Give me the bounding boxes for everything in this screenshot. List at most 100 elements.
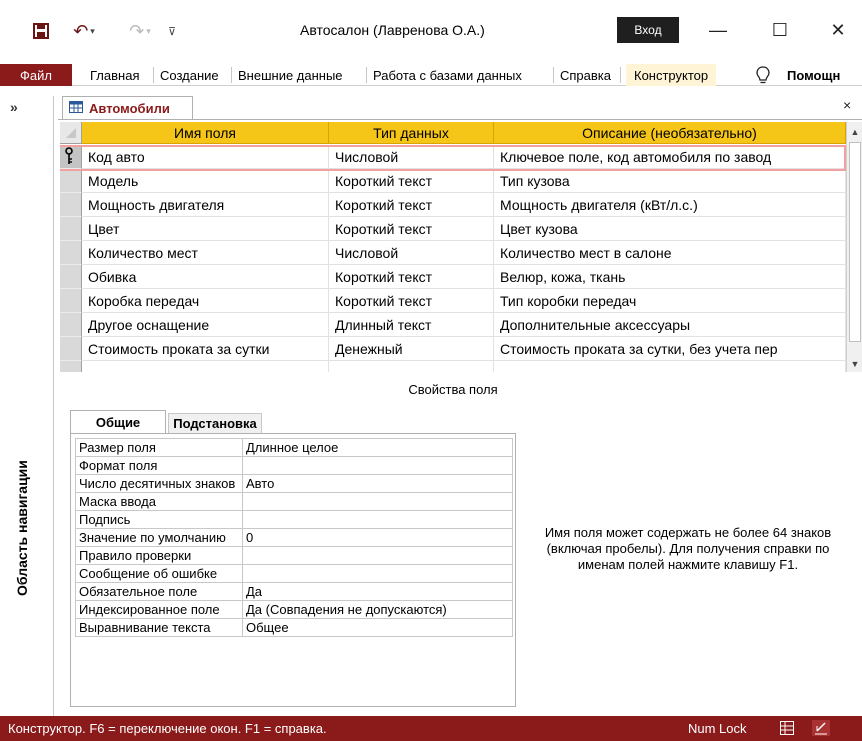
- row-selector[interactable]: [60, 145, 82, 169]
- table-row[interactable]: Мощность двигателя Короткий текст Мощность…: [60, 193, 846, 217]
- description-cell[interactable]: Тип кузова: [494, 169, 846, 193]
- description-cell[interactable]: Цвет кузова: [494, 217, 846, 241]
- table-row[interactable]: Стоимость проката за сутки Денежный Стоимо…: [60, 337, 846, 361]
- description-cell[interactable]: Стоимость проката за сутки, без учета пе…: [494, 337, 846, 361]
- field-properties-title: Свойства поля: [408, 382, 498, 397]
- row-selector[interactable]: [60, 217, 82, 241]
- table-row[interactable]: Модель Короткий текст Тип кузова: [60, 169, 846, 193]
- data-type-cell[interactable]: Числовой: [329, 241, 494, 265]
- field-name-cell[interactable]: [82, 361, 329, 372]
- tab-lookup[interactable]: Подстановка: [168, 413, 262, 434]
- lightbulb-icon[interactable]: [756, 64, 770, 86]
- tab-design[interactable]: Конструктор: [626, 64, 717, 86]
- data-type-cell[interactable]: Длинный текст: [329, 313, 494, 337]
- close-window-button[interactable]: ✕: [818, 16, 858, 44]
- tab-database-tools[interactable]: Работа с базами данных: [373, 64, 522, 86]
- description-cell[interactable]: Ключевое поле, код автомобиля по завод: [494, 145, 846, 169]
- table-row[interactable]: Код авто Числовой Ключевое поле, код автом…: [60, 145, 846, 169]
- field-name-cell[interactable]: Цвет: [82, 217, 329, 241]
- redo-icon[interactable]: ↷ ▾: [122, 20, 158, 42]
- row-selector[interactable]: [60, 313, 82, 337]
- scroll-up-icon[interactable]: ▲: [847, 124, 862, 140]
- row-selector[interactable]: [60, 265, 82, 289]
- field-name-cell[interactable]: Мощность двигателя: [82, 193, 329, 217]
- column-header-field-name[interactable]: Имя поля: [82, 122, 329, 144]
- data-type-cell[interactable]: [329, 361, 494, 372]
- table-row[interactable]: [60, 361, 846, 372]
- data-type-cell[interactable]: Числовой: [329, 145, 494, 169]
- field-name-cell[interactable]: Модель: [82, 169, 329, 193]
- save-icon[interactable]: [30, 20, 52, 42]
- property-row: Выравнивание текста Общее: [75, 618, 513, 637]
- property-value[interactable]: Да: [242, 582, 513, 601]
- row-selector[interactable]: [60, 361, 82, 372]
- description-cell[interactable]: [494, 361, 846, 372]
- minimize-button[interactable]: —: [698, 16, 738, 44]
- tab-external-data[interactable]: Внешние данные: [238, 64, 343, 86]
- column-header-description[interactable]: Описание (необязательно): [494, 122, 846, 144]
- description-cell[interactable]: Дополнительные аксессуары: [494, 313, 846, 337]
- property-value[interactable]: [242, 492, 513, 511]
- document-tab[interactable]: Автомобили: [62, 96, 193, 119]
- data-type-cell[interactable]: Короткий текст: [329, 169, 494, 193]
- field-name-cell[interactable]: Стоимость проката за сутки: [82, 337, 329, 361]
- property-value[interactable]: [242, 564, 513, 583]
- field-name-cell[interactable]: Коробка передач: [82, 289, 329, 313]
- navigation-pane-label[interactable]: Область навигации: [14, 460, 30, 596]
- row-selector[interactable]: [60, 193, 82, 217]
- description-cell[interactable]: Тип коробки передач: [494, 289, 846, 313]
- datasheet-view-icon[interactable]: [778, 720, 796, 736]
- sign-in-button[interactable]: Вход: [617, 17, 679, 43]
- property-value[interactable]: Длинное целое: [242, 438, 513, 457]
- tab-general[interactable]: Общие: [70, 410, 166, 434]
- grid-corner[interactable]: [60, 122, 82, 144]
- field-name-cell[interactable]: Код авто: [82, 145, 329, 169]
- table-row[interactable]: Количество мест Числовой Количество мест в…: [60, 241, 846, 265]
- description-cell[interactable]: Велюр, кожа, ткань: [494, 265, 846, 289]
- property-value[interactable]: [242, 510, 513, 529]
- description-cell[interactable]: Количество мест в салоне: [494, 241, 846, 265]
- data-type-cell[interactable]: Короткий текст: [329, 265, 494, 289]
- scroll-down-icon[interactable]: ▼: [847, 356, 862, 372]
- table-row[interactable]: Другое оснащение Длинный текст Дополнитель…: [60, 313, 846, 337]
- maximize-button[interactable]: ☐: [760, 16, 800, 44]
- tab-file[interactable]: Файл: [0, 64, 72, 86]
- design-view-icon[interactable]: [812, 720, 830, 736]
- row-selector[interactable]: [60, 241, 82, 265]
- undo-icon[interactable]: ↶ ▾: [66, 20, 102, 42]
- tab-help[interactable]: Справка: [560, 64, 611, 86]
- property-value[interactable]: Общее: [242, 618, 513, 637]
- property-row: Число десятичных знаков Авто: [75, 474, 513, 493]
- data-type-cell[interactable]: Короткий текст: [329, 193, 494, 217]
- scrollbar-thumb[interactable]: [849, 142, 861, 342]
- field-name-cell[interactable]: Количество мест: [82, 241, 329, 265]
- expand-nav-icon[interactable]: »: [10, 99, 18, 115]
- property-value[interactable]: [242, 456, 513, 475]
- tab-create[interactable]: Создание: [160, 64, 219, 86]
- table-row[interactable]: Обивка Короткий текст Велюр, кожа, ткань: [60, 265, 846, 289]
- data-type-cell[interactable]: Короткий текст: [329, 217, 494, 241]
- tab-home[interactable]: Главная: [90, 64, 139, 86]
- data-type-cell[interactable]: Денежный: [329, 337, 494, 361]
- description-cell[interactable]: Мощность двигателя (кВт/л.с.): [494, 193, 846, 217]
- tell-me-button[interactable]: Помощн: [787, 64, 840, 86]
- column-header-data-type[interactable]: Тип данных: [329, 122, 494, 144]
- row-selector[interactable]: [60, 169, 82, 193]
- vertical-scrollbar[interactable]: ▲ ▼: [846, 122, 862, 372]
- property-label: Правило проверки: [75, 546, 243, 565]
- field-name-cell[interactable]: Другое оснащение: [82, 313, 329, 337]
- property-value[interactable]: Да (Совпадения не допускаются): [242, 600, 513, 619]
- property-row: Обязательное поле Да: [75, 582, 513, 601]
- row-selector[interactable]: [60, 289, 82, 313]
- data-type-cell[interactable]: Короткий текст: [329, 289, 494, 313]
- title-bar: ↶ ▾ ↷ ▾ ⊽ Автосалон (Лавренова О.А.) Вхо…: [0, 0, 862, 64]
- property-value[interactable]: [242, 546, 513, 565]
- table-row[interactable]: Цвет Короткий текст Цвет кузова: [60, 217, 846, 241]
- field-name-cell[interactable]: Обивка: [82, 265, 329, 289]
- property-value[interactable]: Авто: [242, 474, 513, 493]
- property-value[interactable]: 0: [242, 528, 513, 547]
- customize-toolbar-icon[interactable]: ⊽: [164, 20, 180, 42]
- row-selector[interactable]: [60, 337, 82, 361]
- table-row[interactable]: Коробка передач Короткий текст Тип коробки…: [60, 289, 846, 313]
- close-document-icon[interactable]: ×: [843, 97, 851, 113]
